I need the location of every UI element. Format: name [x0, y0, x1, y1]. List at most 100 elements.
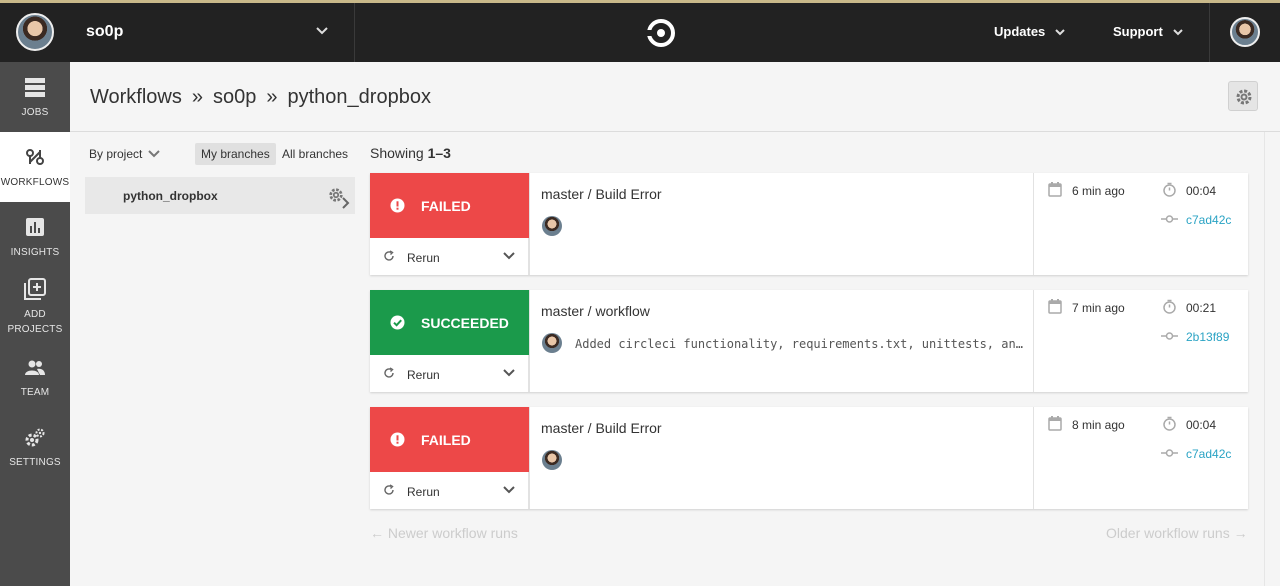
top-bar: so0p Updates Support: [0, 0, 1280, 62]
project-name: python_dropbox: [123, 189, 218, 203]
updates-menu[interactable]: Updates: [994, 24, 1066, 39]
timer-icon: [1163, 416, 1176, 431]
chevron-down-icon[interactable]: [502, 483, 516, 497]
alert-icon: [390, 198, 405, 213]
breadcrumb: Workflows » so0p » python_dropbox: [90, 86, 431, 109]
check-circle-icon: [390, 315, 405, 330]
timer-icon: [1163, 182, 1176, 197]
workflow-run-card[interactable]: FAILED Rerun master / Build Error 6 min …: [370, 173, 1248, 275]
circleci-logo-icon[interactable]: [646, 18, 676, 48]
chevron-down-icon: [1055, 27, 1066, 39]
run-time-ago: 7 min ago: [1072, 301, 1125, 315]
project-settings-button[interactable]: [1228, 81, 1258, 111]
user-menu[interactable]: [1209, 3, 1280, 62]
alert-icon: [390, 432, 405, 447]
scrollbar[interactable]: [1264, 132, 1280, 586]
commit-icon: [1161, 332, 1178, 340]
rerun-button[interactable]: Rerun: [370, 472, 529, 509]
settings-icon: [25, 428, 45, 447]
org-avatar: [16, 13, 54, 51]
refresh-icon: [384, 367, 394, 378]
all-branches-toggle[interactable]: All branches: [276, 143, 354, 165]
run-meta: 8 min ago 00:04 c7ad42c: [1034, 407, 1248, 509]
by-project-label: By project: [89, 147, 143, 161]
workflow-title[interactable]: master / workflow: [541, 303, 650, 319]
breadcrumb-separator: »: [266, 86, 278, 108]
commit-sha-link[interactable]: c7ad42c: [1186, 447, 1231, 461]
by-project-dropdown[interactable]: By project: [89, 147, 161, 161]
calendar-icon: [1048, 299, 1062, 314]
workflow-details: master / Build Error: [529, 407, 1034, 509]
run-duration: 00:04: [1186, 184, 1217, 198]
sidebar-item-settings[interactable]: SETTINGS: [0, 417, 70, 487]
commit-message: Added circleci functionality, requiremen…: [575, 337, 1023, 351]
chevron-down-icon[interactable]: [502, 366, 516, 380]
commit-sha-link[interactable]: 2b13f89: [1186, 330, 1229, 344]
workflow-details: master / workflow Added circleci functio…: [529, 290, 1034, 392]
sidebar-item-label: JOBS: [21, 107, 49, 118]
run-time-ago: 8 min ago: [1072, 418, 1125, 432]
project-item[interactable]: python_dropbox: [85, 177, 355, 214]
sidebar-item-label: TEAM: [20, 387, 50, 398]
support-menu[interactable]: Support: [1113, 24, 1183, 39]
status-label: FAILED: [421, 198, 471, 214]
calendar-icon: [1048, 182, 1062, 197]
org-name: so0p: [86, 23, 124, 40]
timer-icon: [1163, 299, 1176, 314]
older-runs-link[interactable]: Older workflow runs →: [1106, 525, 1248, 541]
workflow-title[interactable]: master / Build Error: [541, 186, 662, 202]
rerun-button[interactable]: Rerun: [370, 355, 529, 392]
workflow-run-card[interactable]: FAILED Rerun master / Build Error 8 min …: [370, 407, 1248, 509]
status-badge[interactable]: FAILED: [370, 173, 529, 238]
run-duration: 00:04: [1186, 418, 1217, 432]
commit-icon: [1161, 449, 1178, 457]
chevron-down-icon[interactable]: [502, 249, 516, 263]
my-branches-toggle[interactable]: My branches: [195, 143, 276, 165]
insights-icon: [26, 218, 44, 236]
branch-filters: By project My branches All branches: [89, 143, 355, 165]
sidebar-item-team[interactable]: TEAM: [0, 347, 70, 417]
sidebar-item-label: WORKFLOWS: [0, 177, 70, 188]
rerun-button[interactable]: Rerun: [370, 238, 529, 275]
workflows-icon: [26, 149, 44, 165]
commit-sha-link[interactable]: c7ad42c: [1186, 213, 1231, 227]
breadcrumb-org[interactable]: so0p: [213, 86, 256, 108]
breadcrumb-workflows[interactable]: Workflows: [90, 86, 182, 108]
add-projects-icon: [24, 278, 46, 300]
run-time-ago: 6 min ago: [1072, 184, 1125, 198]
rerun-label: Rerun: [407, 368, 440, 382]
gear-icon[interactable]: [328, 187, 344, 203]
status-badge[interactable]: SUCCEEDED: [370, 290, 529, 355]
calendar-icon: [1048, 416, 1062, 431]
sidebar-item-workflows[interactable]: WORKFLOWS: [0, 132, 70, 202]
rerun-label: Rerun: [407, 251, 440, 265]
sidebar-item-add-projects[interactable]: ADD PROJECTS: [0, 272, 70, 342]
org-switcher[interactable]: so0p: [0, 3, 355, 62]
results-count: Showing 1–3: [370, 145, 451, 161]
chevron-down-icon: [316, 24, 328, 38]
committer-avatar: [542, 216, 562, 236]
workflow-title[interactable]: master / Build Error: [541, 420, 662, 436]
run-duration: 00:21: [1186, 301, 1217, 315]
gear-icon: [1236, 89, 1252, 105]
committer-avatar: [542, 450, 562, 470]
status-badge[interactable]: FAILED: [370, 407, 529, 472]
refresh-icon: [384, 484, 394, 495]
newer-runs-link[interactable]: ← Newer workflow runs: [370, 525, 518, 541]
sidebar-item-insights[interactable]: INSIGHTS: [0, 202, 70, 272]
workflow-run-card[interactable]: SUCCEEDED Rerun master / workflow Added …: [370, 290, 1248, 392]
sidebar: JOBS WORKFLOWS INSIGHTS ADD PROJECTS TEA…: [0, 62, 70, 586]
breadcrumb-separator: »: [191, 86, 203, 108]
workflow-details: master / Build Error: [529, 173, 1034, 275]
user-avatar: [1230, 17, 1260, 47]
chevron-down-icon: [148, 147, 161, 161]
showing-label: Showing: [370, 145, 424, 161]
updates-label: Updates: [994, 24, 1046, 39]
rerun-label: Rerun: [407, 485, 440, 499]
sidebar-item-label: INSIGHTS: [10, 247, 60, 258]
jobs-icon: [25, 78, 45, 97]
showing-range: 1–3: [427, 145, 451, 161]
breadcrumb-project[interactable]: python_dropbox: [288, 86, 431, 108]
sidebar-item-jobs[interactable]: JOBS: [0, 62, 70, 132]
run-meta: 7 min ago 00:21 2b13f89: [1034, 290, 1248, 392]
